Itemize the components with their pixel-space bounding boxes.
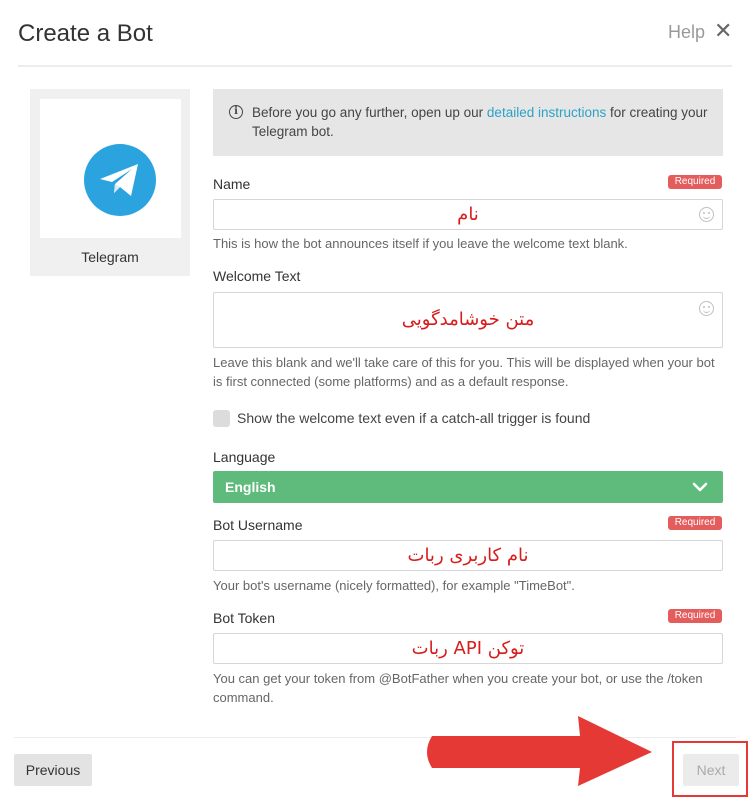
language-select[interactable]: English — [213, 471, 723, 503]
welcome-text-help: Leave this blank and we'll take care of … — [213, 355, 715, 389]
bot-username-value: نام کاربری ربات — [407, 545, 529, 566]
catch-all-label[interactable]: Show the welcome text even if a catch-al… — [237, 410, 590, 426]
bot-username-label: Bot Username — [213, 517, 303, 533]
bot-token-value: توکن API ربات — [411, 638, 525, 659]
bot-username-required-badge: Required — [668, 516, 722, 530]
platform-card-telegram[interactable]: Telegram — [30, 89, 190, 276]
info-icon: i — [229, 105, 243, 119]
name-input-value: نام — [457, 204, 479, 225]
language-label: Language — [213, 449, 276, 465]
close-icon[interactable]: ✕ — [714, 18, 732, 44]
bot-token-required-badge: Required — [668, 609, 722, 623]
platform-name: Telegram — [81, 249, 139, 265]
bot-token-label: Bot Token — [213, 610, 276, 626]
catch-all-checkbox[interactable] — [213, 410, 230, 427]
chevron-down-icon — [692, 482, 708, 492]
name-label: Name — [213, 176, 251, 192]
name-input[interactable]: نام — [213, 199, 723, 230]
annotation-arrow-icon — [427, 716, 652, 786]
welcome-text-input[interactable]: متن خوشامدگویی — [213, 292, 723, 348]
language-value: English — [225, 479, 276, 495]
instructions-notice: i Before you go any further, open up our… — [213, 89, 723, 156]
welcome-text-label: Welcome Text — [213, 268, 301, 284]
dialog-header: Create a Bot Help ✕ — [0, 0, 750, 67]
previous-button[interactable]: Previous — [14, 754, 92, 786]
emoji-icon[interactable] — [699, 301, 714, 316]
help-link[interactable]: Help — [668, 22, 705, 43]
detailed-instructions-link[interactable]: detailed instructions — [487, 105, 606, 120]
telegram-icon — [84, 144, 156, 216]
bot-username-input[interactable]: نام کاربری ربات — [213, 540, 723, 571]
notice-text: Before you go any further, open up our d… — [252, 103, 712, 141]
name-required-badge: Required — [668, 175, 722, 189]
platform-tile — [40, 99, 181, 238]
next-button[interactable]: Next — [683, 754, 739, 786]
dialog-title: Create a Bot — [18, 20, 153, 47]
emoji-icon[interactable] — [699, 207, 714, 222]
notice-text-before: Before you go any further, open up our — [252, 105, 487, 120]
bot-token-input[interactable]: توکن API ربات — [213, 633, 723, 664]
bot-username-help: Your bot's username (nicely formatted), … — [213, 578, 575, 593]
header-divider — [18, 65, 732, 67]
welcome-text-value: متن خوشامدگویی — [401, 309, 535, 330]
name-help-text: This is how the bot announces itself if … — [213, 236, 628, 251]
bot-token-help: You can get your token from @BotFather w… — [213, 671, 703, 705]
